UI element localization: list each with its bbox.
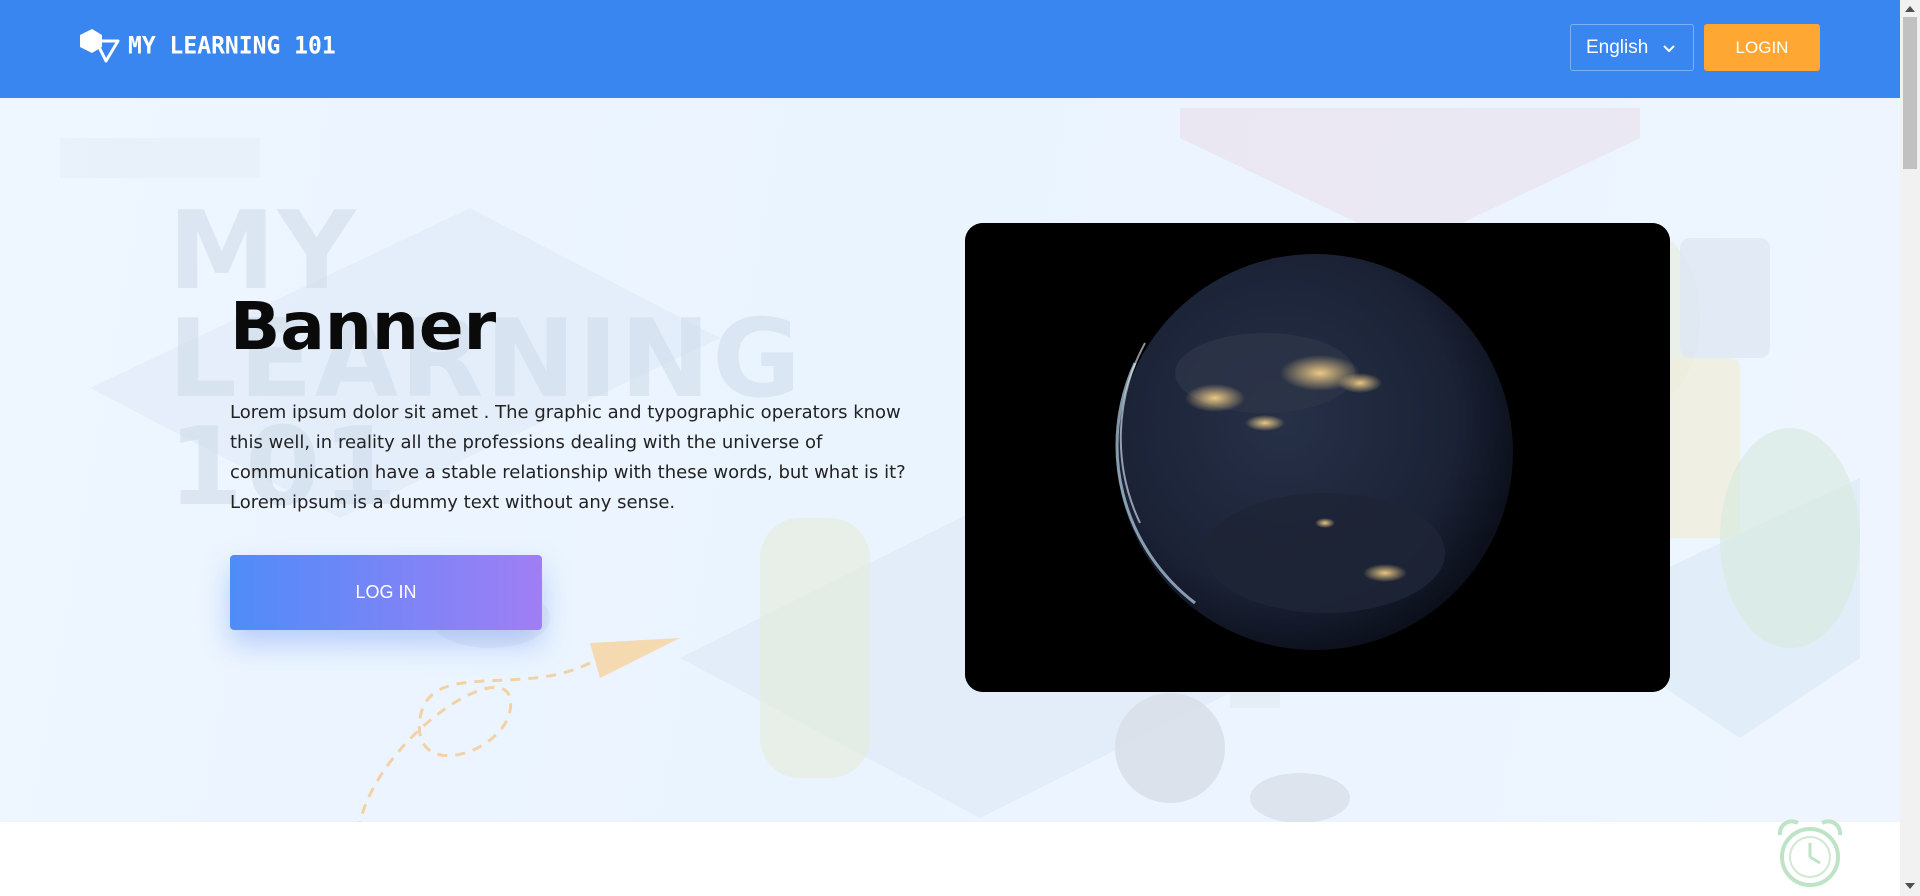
earth-image	[965, 223, 1670, 692]
alarm-clock-icon	[1777, 819, 1843, 887]
page-scrollbar[interactable]	[1900, 0, 1920, 896]
banner-description: Lorem ipsum dolor sit amet . The graphic…	[230, 402, 906, 513]
header-login-button[interactable]: LOGIN	[1704, 24, 1820, 71]
chevron-down-icon	[1663, 45, 1675, 53]
brand-logo[interactable]: MY LEARNING 101	[78, 26, 336, 66]
logo-text: MY LEARNING 101	[128, 32, 336, 60]
hero-login-button[interactable]: LOG IN	[230, 555, 542, 630]
logo-icon	[80, 29, 120, 63]
content-section	[0, 822, 1900, 896]
earth-video[interactable]	[965, 223, 1670, 692]
scroll-up-icon[interactable]	[1905, 6, 1915, 12]
scroll-down-icon[interactable]	[1905, 883, 1915, 889]
scrollbar-thumb[interactable]	[1903, 17, 1917, 169]
language-select[interactable]: English	[1570, 24, 1694, 71]
banner-title: Banner	[230, 288, 497, 365]
hero-banner: MY LEARNING 101 Banner Lorem ipsum dolor…	[0, 98, 1900, 822]
language-value: English	[1586, 36, 1649, 58]
top-nav-bar: MY LEARNING 101 English LOGIN	[0, 0, 1900, 98]
